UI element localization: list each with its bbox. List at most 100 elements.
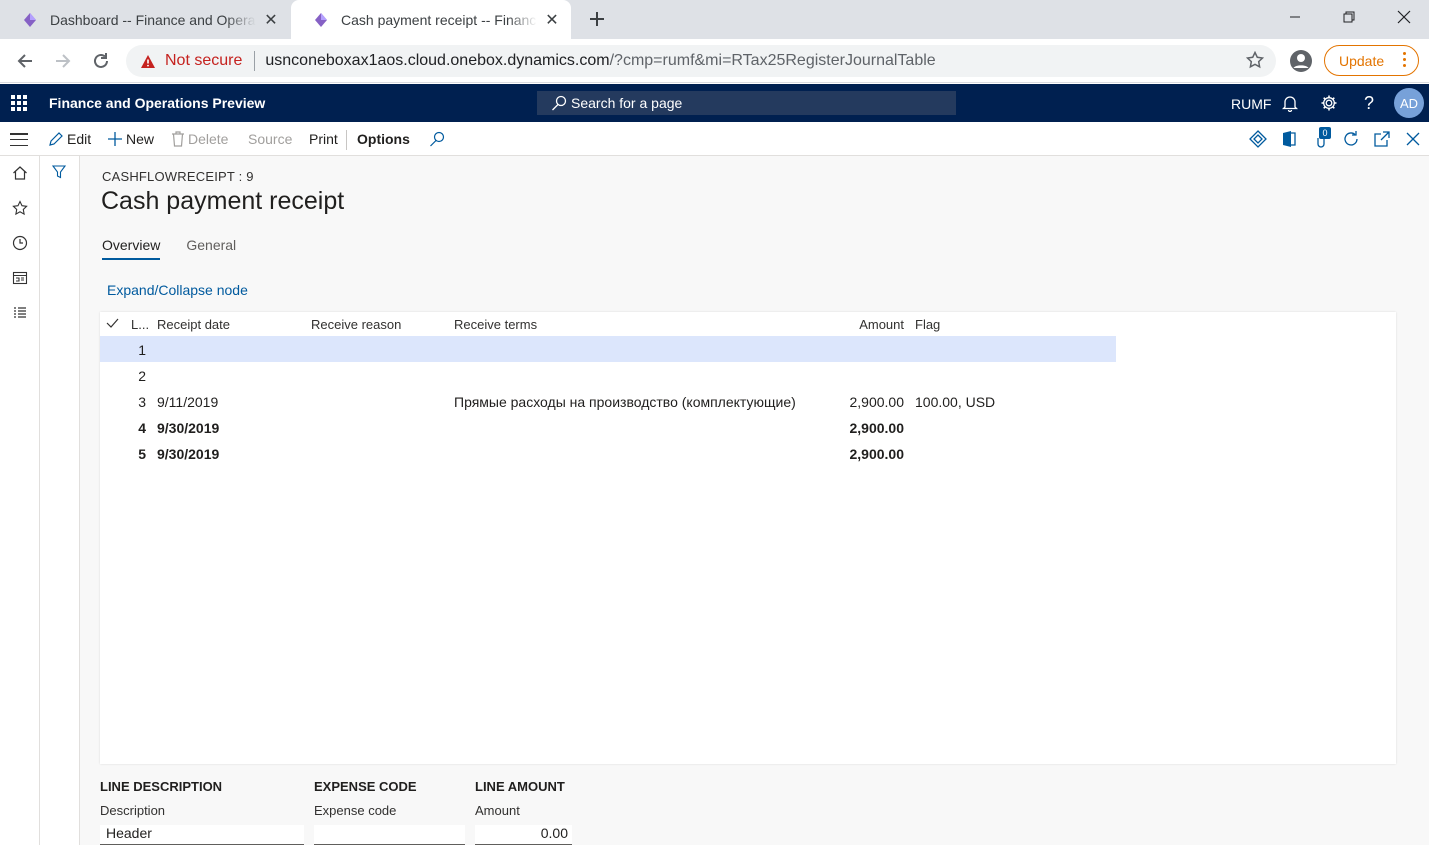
browser-toolbar: Not secure usnconeboxax1aos.cloud.onebox… <box>0 39 1429 83</box>
amount-label: Amount <box>475 803 520 818</box>
expense-code-field[interactable] <box>314 825 465 845</box>
column-header-line[interactable]: L... <box>131 317 149 332</box>
amount-field[interactable]: 0.00 <box>475 825 572 845</box>
cell-amount: 2,900.00 <box>849 420 905 436</box>
bookmark-star-icon[interactable] <box>1245 50 1265 74</box>
new-label: New <box>126 131 155 147</box>
profile-icon[interactable] <box>1289 49 1313 73</box>
column-header-receive-reason[interactable]: Receive reason <box>311 317 401 332</box>
avatar[interactable]: AD <box>1394 88 1424 118</box>
security-status[interactable]: Not secure <box>165 52 242 70</box>
cell-line: 2 <box>138 368 146 384</box>
cell-flag: 100.00, USD <box>915 394 996 410</box>
more-vertical-icon <box>1403 52 1406 67</box>
cell-line: 4 <box>138 420 146 436</box>
action-search-button[interactable] <box>429 131 448 147</box>
open-in-new-window-icon[interactable] <box>1373 130 1391 148</box>
close-tab-icon[interactable]: ✕ <box>543 11 561 29</box>
update-button[interactable]: Update <box>1324 45 1419 76</box>
table-row[interactable]: 4 9/30/2019 2,900.00 <box>100 414 1116 440</box>
filter-icon[interactable] <box>51 165 67 182</box>
bell-icon[interactable] <box>1280 93 1300 113</box>
hamburger-menu-icon[interactable] <box>10 133 28 146</box>
plus-icon <box>590 12 604 26</box>
reload-icon <box>94 53 108 68</box>
source-button[interactable]: Source <box>248 131 292 147</box>
edit-button[interactable]: Edit <box>48 131 91 147</box>
search-icon <box>430 131 445 147</box>
new-tab-button[interactable] <box>586 8 608 30</box>
browser-tab-strip: Dashboard -- Finance and Operations ✕ Ca… <box>0 0 1429 39</box>
table-row[interactable]: 3 9/11/2019 Прямые расходы на производст… <box>100 388 1116 414</box>
minimize-window-button[interactable] <box>1266 0 1324 34</box>
url-host: usnconeboxax1aos.cloud.onebox.dynamics.c… <box>265 52 610 69</box>
new-button[interactable]: New <box>107 131 154 147</box>
update-label: Update <box>1339 52 1385 69</box>
restore-window-button[interactable] <box>1320 0 1378 34</box>
cell-receive-terms: Прямые расходы на производство (комплект… <box>454 394 796 410</box>
main-content: CASHFLOWRECEIPT : 9 Cash payment receipt… <box>80 156 1429 845</box>
description-label: Description <box>100 803 166 818</box>
column-header-flag[interactable]: Flag <box>915 317 940 332</box>
page-tabs: Overview General <box>102 237 236 260</box>
help-icon[interactable]: ? <box>1359 93 1379 113</box>
app-name[interactable]: Finance and Operations Preview <box>49 95 265 111</box>
minimize-icon <box>1290 16 1300 18</box>
table-row[interactable]: 2 <box>100 362 1116 388</box>
arrow-right-icon <box>56 54 71 68</box>
gear-icon[interactable] <box>1319 93 1339 113</box>
trash-icon <box>172 131 184 147</box>
options-tab[interactable]: Options <box>357 131 410 147</box>
refresh-icon[interactable] <box>1342 130 1360 148</box>
description-field[interactable]: Header <box>100 825 304 845</box>
print-button[interactable]: Print <box>309 131 338 147</box>
record-caption: CASHFLOWRECEIPT : 9 <box>102 169 254 184</box>
company-picker[interactable]: RUMF <box>1231 96 1271 112</box>
browser-tab-cash-payment-receipt[interactable]: Cash payment receipt -- Finance and Oper… <box>291 0 571 39</box>
tab-title: Dashboard -- Finance and Operations <box>50 11 256 28</box>
restore-icon <box>1343 11 1355 23</box>
address-bar[interactable]: Not secure usnconeboxax1aos.cloud.onebox… <box>126 45 1276 77</box>
edit-label: Edit <box>67 131 92 147</box>
close-tab-icon[interactable]: ✕ <box>262 11 280 29</box>
plus-icon <box>108 132 122 146</box>
recent-clock-icon[interactable] <box>10 233 30 253</box>
tab-general[interactable]: General <box>186 237 236 260</box>
select-all-checkmark-icon[interactable] <box>106 317 119 332</box>
reload-button[interactable] <box>87 47 115 75</box>
close-icon[interactable] <box>1404 130 1422 148</box>
dynamics-favicon-icon <box>24 12 36 27</box>
warning-icon[interactable] <box>140 54 156 69</box>
line-amount-header: LINE AMOUNT <box>475 779 565 794</box>
column-header-receive-terms[interactable]: Receive terms <box>454 317 537 332</box>
line-description-header: LINE DESCRIPTION <box>100 779 223 794</box>
home-icon[interactable] <box>10 163 30 183</box>
column-header-receipt-date[interactable]: Receipt date <box>157 317 230 332</box>
browser-tab-dashboard[interactable]: Dashboard -- Finance and Operations ✕ <box>0 0 290 39</box>
table-row[interactable]: 1 <box>100 336 1116 362</box>
tab-overview[interactable]: Overview <box>102 237 161 260</box>
column-header-amount[interactable]: Amount <box>859 317 904 332</box>
expand-collapse-node-link[interactable]: Expand/Collapse node <box>107 282 248 298</box>
receipt-lines-grid: L... Receipt date Receive reason Receive… <box>100 312 1396 764</box>
forward-button[interactable] <box>49 47 77 75</box>
page-search-box[interactable]: Search for a page <box>537 91 956 115</box>
filter-pane <box>40 156 80 845</box>
modules-list-icon[interactable] <box>10 303 30 323</box>
expense-code-header: EXPENSE CODE <box>314 779 417 794</box>
app-launcher-icon[interactable] <box>11 95 27 111</box>
pencil-icon <box>49 132 63 146</box>
power-apps-icon[interactable] <box>1249 130 1267 148</box>
page-title: Cash payment receipt <box>101 187 345 215</box>
delete-button[interactable]: Delete <box>171 131 228 147</box>
workspaces-icon[interactable] <box>10 268 30 288</box>
attachments-icon[interactable]: 0 <box>1313 127 1331 148</box>
cell-line: 1 <box>138 342 146 358</box>
close-window-button[interactable] <box>1375 0 1429 34</box>
cell-receipt-date: 9/30/2019 <box>157 420 220 436</box>
back-button[interactable] <box>11 47 39 75</box>
office-icon[interactable] <box>1280 130 1298 148</box>
line-details-section: LINE DESCRIPTION Description Header EXPE… <box>100 776 700 845</box>
favorites-star-icon[interactable] <box>10 198 30 218</box>
table-row[interactable]: 5 9/30/2019 2,900.00 <box>100 440 1116 466</box>
